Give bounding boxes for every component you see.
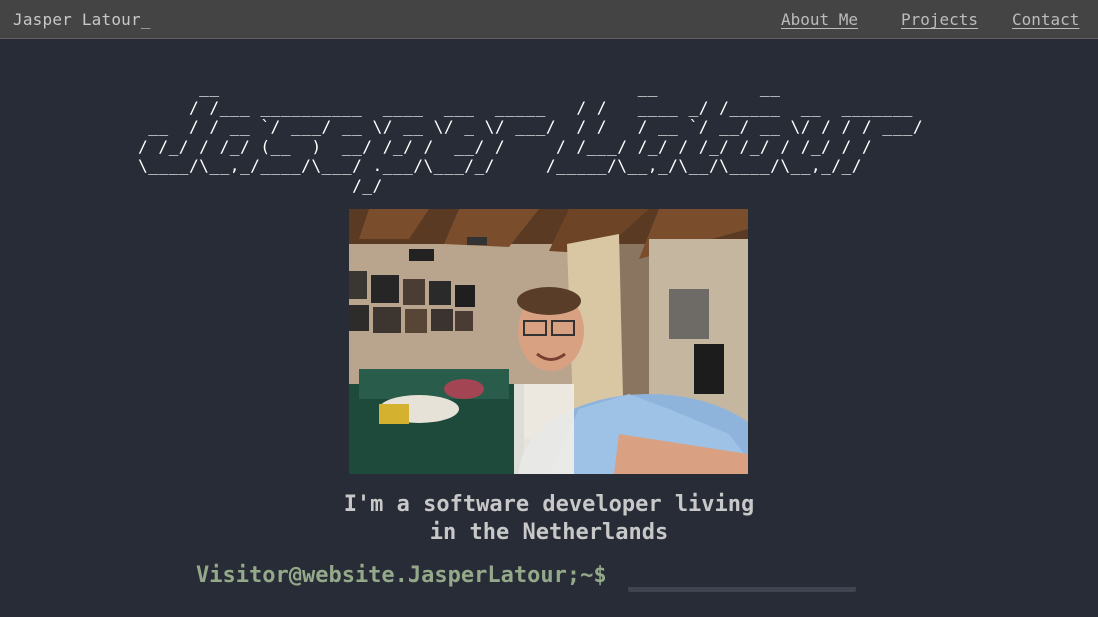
tagline-line-2: in the Netherlands <box>429 520 669 545</box>
terminal-command-input[interactable] <box>628 566 856 592</box>
nav-link-about-me[interactable]: About Me <box>781 10 858 30</box>
terminal-prompt: Visitor@website.JasperLatour;~$ <box>196 563 607 588</box>
tagline-line-1: I'm a software developer living <box>343 492 755 517</box>
tagline: I'm a software developer living in the N… <box>0 491 1098 547</box>
nav-link-contact[interactable]: Contact <box>1012 10 1079 30</box>
site-brand[interactable]: Jasper Latour_ <box>13 10 151 30</box>
top-navbar: Jasper Latour_ About Me Projects Contact <box>0 0 1098 39</box>
ascii-name-banner: __ __ __ / /___ __________ ____ ___ ____… <box>138 78 924 195</box>
profile-photo <box>349 209 748 474</box>
nav-link-projects[interactable]: Projects <box>901 10 978 30</box>
